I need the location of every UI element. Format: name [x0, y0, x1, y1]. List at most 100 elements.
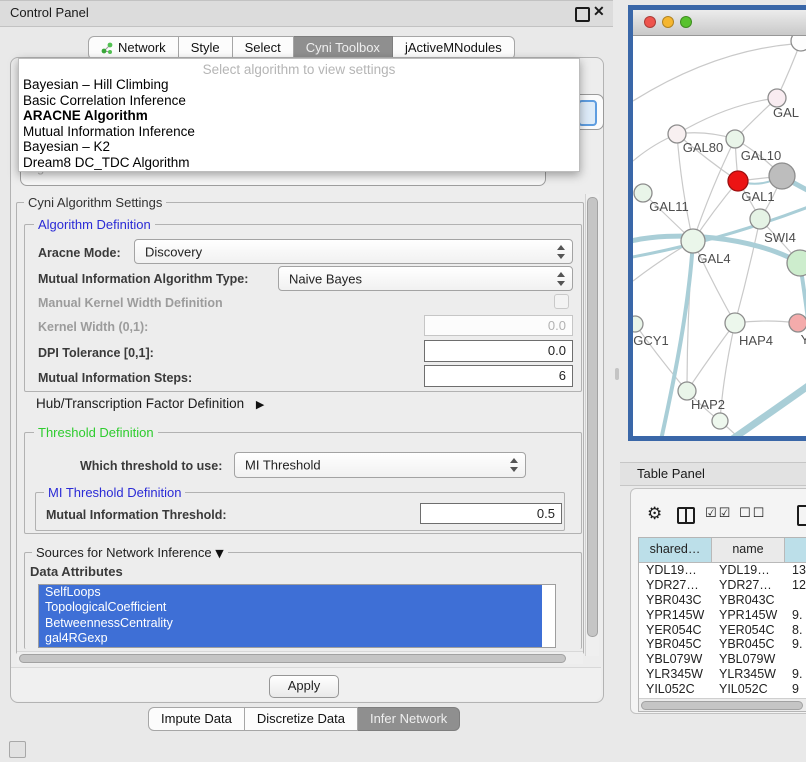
table-row[interactable]: YPR145WYPR145W9. [639, 608, 806, 623]
node-attribute-table[interactable]: shared…name YDL19…YDL19…13YDR27…YDR27…12… [638, 537, 806, 712]
network-node-gcy1[interactable] [633, 316, 643, 332]
dpi-tolerance-label: DPI Tolerance [0,1]: [38, 346, 154, 360]
table-cell: YLR345W [712, 667, 785, 682]
aracne-mode-label: Aracne Mode: [38, 246, 121, 260]
attribute-item[interactable]: gal4RGexp [39, 631, 542, 646]
which-threshold-combo[interactable]: MI Threshold [234, 452, 526, 478]
network-node-hap4[interactable] [725, 313, 745, 333]
mi-threshold-group-title: MI Threshold Definition [44, 485, 185, 500]
network-edge-highlighted[interactable] [731, 381, 806, 436]
control-panel-tabs: NetworkStyleSelectCyni ToolboxjActiveMNo… [88, 36, 515, 58]
table-cell: 9. [785, 608, 806, 623]
minimized-panel-icon[interactable] [9, 741, 26, 758]
table-row[interactable]: YBL079WYBL079W [639, 652, 806, 667]
network-node[interactable] [769, 163, 795, 189]
close-panel-icon[interactable]: ✕ [593, 3, 605, 20]
network-node-y[interactable] [789, 314, 806, 332]
algorithm-option[interactable]: Mutual Information Inference [19, 124, 579, 140]
table-row[interactable]: YDL19…YDL19…13 [639, 563, 806, 578]
table-cell: 13 [785, 563, 806, 578]
tab-infer-network[interactable]: Infer Network [358, 707, 460, 731]
data-attributes-list[interactable]: SelfLoopsTopologicalCoefficientBetweenne… [38, 584, 556, 648]
table-cell: YBL079W [639, 652, 712, 667]
aracne-mode-combo[interactable]: Discovery [134, 239, 573, 264]
mi-algorithm-type-combo[interactable]: Naive Bayes [278, 266, 573, 291]
mi-threshold-field[interactable]: 0.5 [420, 503, 562, 524]
table-panel-header: Table Panel [620, 462, 806, 486]
column-layout-icon[interactable] [677, 507, 695, 524]
network-edge[interactable] [633, 44, 793, 101]
expanded-arrow-icon[interactable]: ▼ [215, 547, 223, 560]
mi-steps-field[interactable]: 6 [424, 365, 573, 387]
table-cell: YER054C [639, 623, 712, 638]
table-cell: 12 [785, 578, 806, 593]
settings-group-title: Cyni Algorithm Settings [24, 195, 166, 210]
network-node-swi4[interactable] [787, 250, 806, 276]
attribute-item[interactable]: SelfLoops [39, 585, 542, 600]
algorithm-option[interactable]: ARACNE Algorithm [19, 108, 579, 124]
hub-definition-label[interactable]: Hub/Transcription Factor Definition ▶ [36, 396, 264, 411]
column-header[interactable] [785, 538, 806, 562]
deselect-all-checkboxes-icon[interactable]: ☐☐ [739, 506, 766, 521]
table-row[interactable]: YER054CYER054C8. [639, 623, 806, 638]
float-panel-icon[interactable] [575, 7, 590, 22]
attribute-item[interactable]: BetweennessCentrality [39, 616, 542, 631]
attribute-item[interactable]: TopologicalCoefficient [39, 600, 542, 615]
network-node-gal4[interactable] [681, 229, 705, 253]
manual-kernel-checkbox[interactable] [554, 294, 569, 309]
table-row[interactable]: YBR045CYBR045C9. [639, 637, 806, 652]
network-node-gal10[interactable] [726, 130, 744, 148]
network-node[interactable] [791, 36, 806, 51]
table-row[interactable]: YDR27…YDR27…12 [639, 578, 806, 593]
cyni-bottom-tabs: Impute Data Discretize Data Infer Network [148, 707, 460, 729]
kernel-width-field[interactable]: 0.0 [424, 315, 573, 336]
table-cell: YBR045C [712, 637, 785, 652]
tab-discretize-data[interactable]: Discretize Data [245, 707, 358, 731]
function-builder-icon[interactable] [797, 505, 806, 526]
settings-horizontal-scrollbar[interactable] [17, 651, 583, 664]
splitter-handle[interactable] [615, 368, 619, 380]
close-traffic-light-icon[interactable] [644, 16, 656, 28]
network-node[interactable] [750, 209, 770, 229]
node-label: HAP2 [691, 397, 725, 412]
apply-button[interactable]: Apply [269, 675, 339, 698]
settings-vertical-scrollbar[interactable] [585, 194, 599, 656]
combo-spinner-focused[interactable] [578, 100, 597, 126]
combo-arrows-icon [510, 458, 519, 472]
column-header-name[interactable]: name [712, 538, 785, 562]
tab-label: Discretize Data [257, 711, 345, 726]
network-node-gal1[interactable] [728, 171, 748, 191]
algorithm-option[interactable]: Bayesian – K2 [19, 139, 579, 155]
algorithm-option[interactable]: Basic Correlation Inference [19, 93, 579, 109]
column-header-shared[interactable]: shared… [639, 538, 712, 562]
table-cell: YIL052C [639, 682, 712, 697]
tab-impute-data[interactable]: Impute Data [148, 707, 245, 731]
table-row[interactable]: YLR345WYLR345W9. [639, 667, 806, 682]
table-cell [785, 652, 806, 667]
zoom-traffic-light-icon[interactable] [680, 16, 692, 28]
algorithm-dropdown-popup: Select algorithm to view settings Bayesi… [18, 58, 580, 172]
table-cell: YLR345W [639, 667, 712, 682]
network-window-titlebar[interactable] [633, 10, 806, 36]
table-row[interactable]: YIL052CYIL052C9 [639, 682, 806, 697]
dpi-tolerance-field[interactable]: 0.0 [424, 340, 573, 362]
kernel-width-label: Kernel Width (0,1): [38, 320, 148, 334]
network-view-window[interactable]: GALGAL80GAL10GAL1GAL11SWI4GAL4GCY1HAP4YH… [628, 5, 806, 441]
settings-gear-icon[interactable]: ⚙ [647, 504, 662, 524]
table-horizontal-scrollbar[interactable] [639, 698, 806, 711]
manual-kernel-label: Manual Kernel Width Definition [38, 296, 223, 310]
network-edge[interactable] [677, 98, 777, 134]
network-canvas[interactable]: GALGAL80GAL10GAL1GAL11SWI4GAL4GCY1HAP4YH… [633, 36, 806, 436]
table-cell: YBR043C [639, 593, 712, 608]
algorithm-placeholder: Select algorithm to view settings [19, 59, 579, 77]
select-all-checkboxes-icon[interactable]: ☑☑ [705, 506, 732, 521]
collapsed-arrow-icon[interactable]: ▶ [256, 398, 264, 411]
network-edge[interactable] [735, 219, 760, 323]
sources-group-title[interactable]: Sources for Network Inference ▼ [32, 545, 228, 560]
minimize-traffic-light-icon[interactable] [662, 16, 674, 28]
algorithm-option[interactable]: Dream8 DC_TDC Algorithm [19, 155, 579, 171]
network-node[interactable] [712, 413, 728, 429]
table-cell: YPR145W [639, 608, 712, 623]
algorithm-option[interactable]: Bayesian – Hill Climbing [19, 77, 579, 93]
table-row[interactable]: YBR043CYBR043C [639, 593, 806, 608]
